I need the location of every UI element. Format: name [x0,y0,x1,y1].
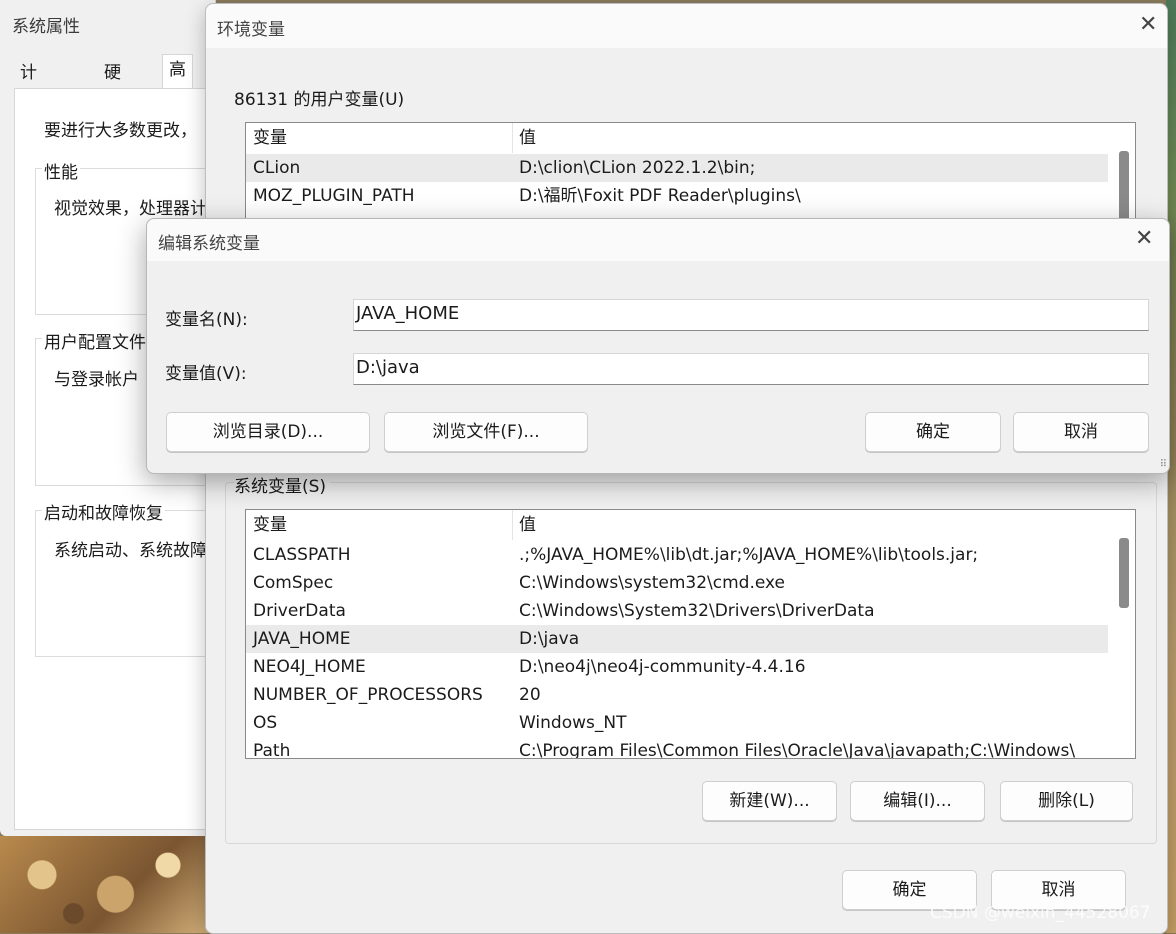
new-variable-button[interactable]: 新建(W)... [702,781,837,821]
list-item[interactable]: Path C:\Program Files\Common Files\Oracl… [246,737,1108,759]
list-item-selected[interactable]: JAVA_HOME D:\java [246,625,1108,653]
list-item[interactable]: MOZ_PLUGIN_PATH D:\福昕\Foxit PDF Reader\p… [246,182,1108,210]
user-variables-list[interactable]: 变量 值 CLion D:\clion\CLion 2022.1.2\bin; … [245,122,1136,224]
variable-name-field[interactable]: JAVA_HOME [353,299,1149,331]
performance-group-text: 视觉效果，处理器计 [54,199,207,219]
edit-system-variable-dialog: 编辑系统变量 ✕ 变量名(N): JAVA_HOME 变量值(V): D:\ja… [146,218,1170,474]
performance-group-title: 性能 [42,158,80,183]
system-variables-label: 系统变量(S) [234,472,331,497]
variable-value: D:\clion\CLion 2022.1.2\bin; [519,158,756,178]
variable-name: CLion [253,158,301,178]
edit-dialog-titlebar: 编辑系统变量 ✕ [147,219,1169,261]
startup-recovery-group [35,510,227,657]
resize-grip-icon[interactable]: ⠿ [1160,459,1167,470]
environment-variables-title: 环境变量 [217,20,285,40]
startup-recovery-group-text: 系统启动、系统故障 [54,541,207,561]
system-properties-title: 系统属性 [12,17,80,37]
variable-name: CLASSPATH [253,545,351,565]
tab-advanced[interactable]: 高级 [162,54,193,110]
column-header-variable[interactable]: 变量 [253,123,287,153]
scrollbar-thumb[interactable] [1119,151,1129,221]
variable-value-label: 变量值(V): [165,364,247,384]
scrollbar-thumb[interactable] [1119,538,1129,608]
user-profiles-group-text: 与登录帐户 [54,370,139,390]
variable-value-field[interactable]: D:\java [353,353,1149,385]
list-item[interactable]: NEO4J_HOME D:\neo4j\neo4j-community-4.4.… [246,653,1108,681]
variable-value: D:\neo4j\neo4j-community-4.4.16 [519,657,806,677]
variable-name: NEO4J_HOME [253,657,366,677]
admin-notice-text: 要进行大多数更改， [44,121,197,141]
variable-name: MOZ_PLUGIN_PATH [253,186,415,206]
edit-dialog-title: 编辑系统变量 [158,234,260,254]
list-item[interactable]: ComSpec C:\Windows\system32\cmd.exe [246,569,1108,597]
column-header-value[interactable]: 值 [519,123,536,153]
variable-name: ComSpec [253,573,334,593]
variable-value: Windows_NT [519,713,627,733]
watermark-text: CSDN @weixin_44528067 [930,903,1151,923]
list-item[interactable]: CLion D:\clion\CLion 2022.1.2\bin; [246,154,1108,182]
variable-value: C:\Program Files\Common Files\Oracle\Jav… [519,741,1076,759]
column-header-variable[interactable]: 变量 [253,510,287,540]
edit-variable-button[interactable]: 编辑(I)... [850,781,985,821]
system-variables-list[interactable]: 变量 值 CLASSPATH .;%JAVA_HOME%\lib\dt.jar;… [245,509,1136,759]
list-item[interactable]: CLASSPATH .;%JAVA_HOME%\lib\dt.jar;%JAVA… [246,541,1108,569]
column-separator[interactable] [512,123,513,153]
system-list-scrollbar[interactable] [1115,510,1133,758]
column-header-value[interactable]: 值 [519,510,536,540]
list-item[interactable]: DriverData C:\Windows\System32\Drivers\D… [246,597,1108,625]
variable-name: OS [253,713,278,733]
variable-value: .;%JAVA_HOME%\lib\dt.jar;%JAVA_HOME%\lib… [519,545,979,565]
close-icon[interactable]: ✕ [1135,226,1153,251]
close-icon[interactable]: ✕ [1139,12,1157,37]
delete-variable-button[interactable]: 删除(L) [1000,781,1133,821]
tab-computer-name[interactable]: 计算机名 [14,58,43,173]
list-item[interactable]: OS Windows_NT [246,709,1108,737]
system-list-header: 变量 值 [246,510,1116,540]
tab-hardware[interactable]: 硬件 [98,58,127,113]
dialog-cancel-button[interactable]: 取消 [1013,412,1149,452]
browse-directory-button[interactable]: 浏览目录(D)... [166,412,370,452]
variable-name-label: 变量名(N): [165,310,248,330]
variable-value: C:\Windows\System32\Drivers\DriverData [519,601,875,621]
user-profiles-group-title: 用户配置文件 [42,328,148,353]
user-variables-label: 86131 的用户变量(U) [234,90,405,110]
variable-value: D:\java [519,629,580,649]
desktop-background-bottom [0,836,210,933]
column-separator[interactable] [512,510,513,540]
variable-name: Path [253,741,291,759]
variable-name: DriverData [253,601,346,621]
list-item[interactable]: NUMBER_OF_PROCESSORS 20 [246,681,1108,709]
dialog-ok-button[interactable]: 确定 [865,412,1001,452]
environment-variables-titlebar: 环境变量 ✕ [206,4,1167,48]
variable-value: 20 [519,685,541,705]
variable-name: JAVA_HOME [253,629,351,649]
user-list-scrollbar[interactable] [1115,123,1133,223]
browse-file-button[interactable]: 浏览文件(F)... [384,412,588,452]
startup-recovery-group-title: 启动和故障恢复 [42,499,165,524]
user-list-header: 变量 值 [246,123,1116,153]
variable-name: NUMBER_OF_PROCESSORS [253,685,483,705]
variable-value: D:\福昕\Foxit PDF Reader\plugins\ [519,186,801,206]
variable-value: C:\Windows\system32\cmd.exe [519,573,786,593]
